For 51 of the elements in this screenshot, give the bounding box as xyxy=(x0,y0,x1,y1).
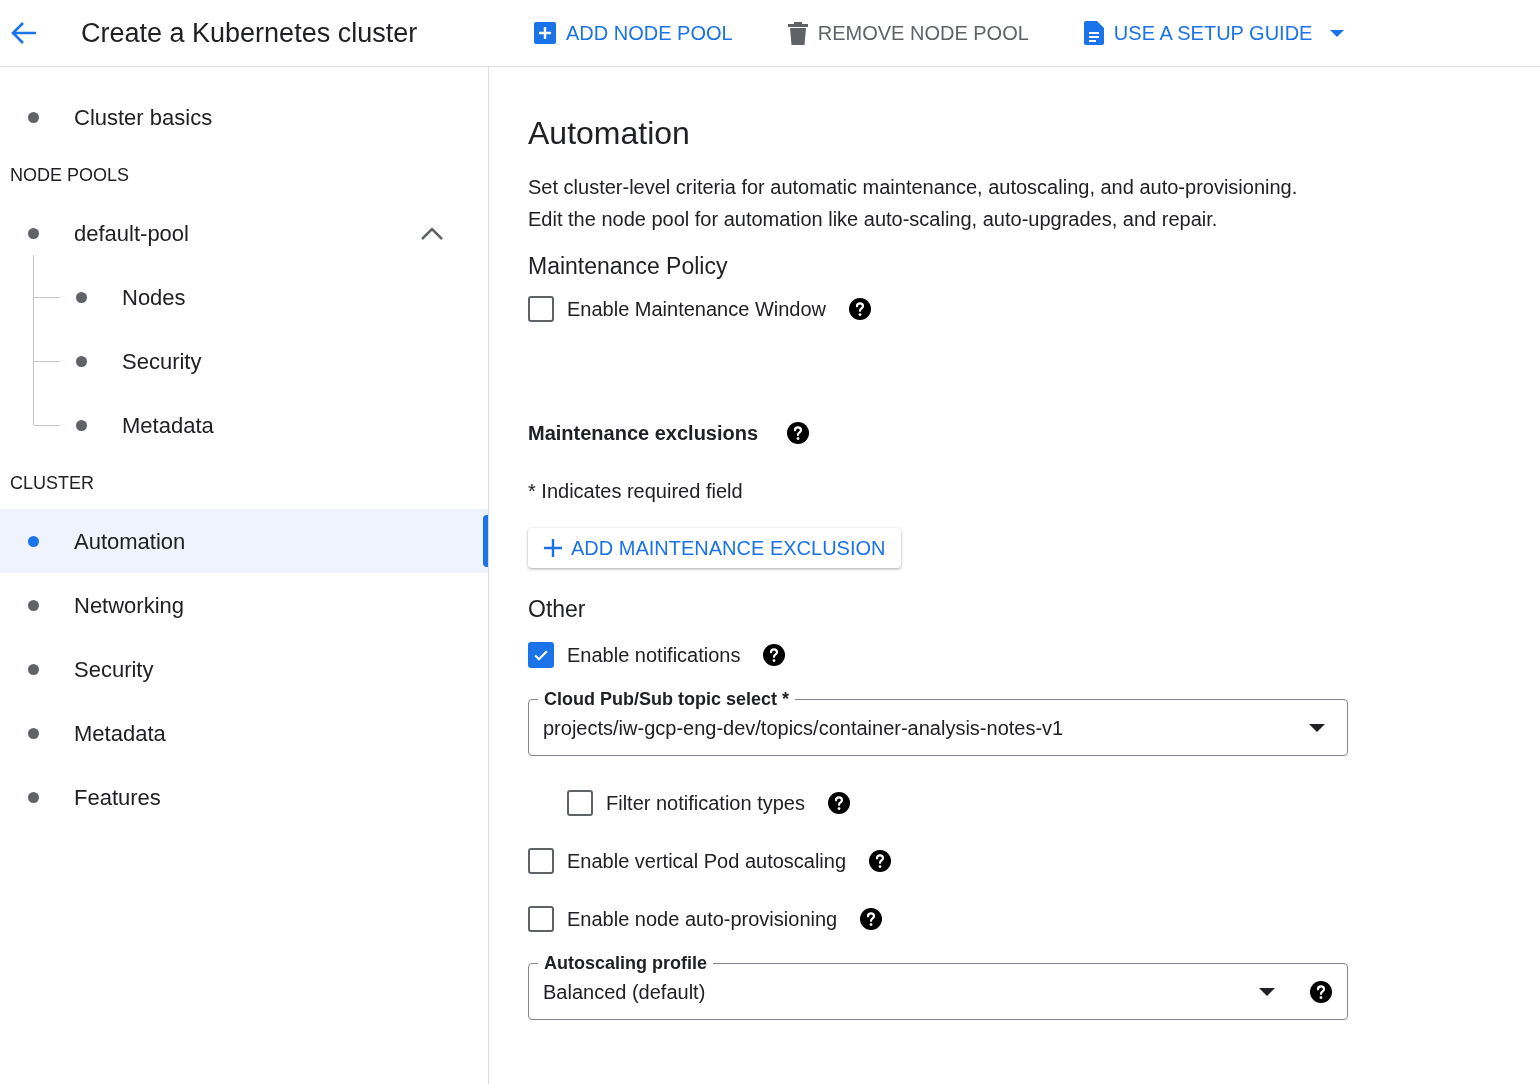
plus-icon xyxy=(543,537,563,558)
help-icon[interactable] xyxy=(762,643,787,667)
subsection-heading: Maintenance exclusions xyxy=(528,420,759,446)
toolbar-button[interactable]: ADD NODE POOL xyxy=(534,18,733,48)
sidebar-item[interactable]: Networking xyxy=(0,573,488,637)
checkbox-label: Enable notifications xyxy=(567,643,741,668)
sidebar-item[interactable]: Automation xyxy=(0,509,488,573)
checkbox[interactable] xyxy=(528,848,554,874)
checkbox[interactable] xyxy=(567,790,593,816)
checkbox[interactable] xyxy=(528,642,554,668)
sidebar-item[interactable]: Security xyxy=(0,329,488,393)
page-title: Create a Kubernetes cluster xyxy=(81,16,419,50)
required-field-note: * Indicates required field xyxy=(528,478,744,504)
dropdown-arrow-icon xyxy=(1309,723,1325,732)
description-text: Edit the node pool for automation like auto-scaling, auto-upgrades, and repair. xyxy=(528,207,1219,232)
sidebar-item[interactable]: Security xyxy=(0,637,488,701)
back-arrow-icon[interactable] xyxy=(10,21,38,45)
toolbar-button[interactable]: USE A SETUP GUIDE xyxy=(1083,18,1345,48)
sidebar-item[interactable]: Nodes xyxy=(0,265,488,329)
section-title: Automation xyxy=(528,114,691,153)
field-value: projects/iw-gcp-eng-dev/topics/container-analysis-notes-v1 xyxy=(543,715,1065,741)
checkbox[interactable] xyxy=(528,906,554,932)
sidebar-item[interactable]: default-pool xyxy=(0,201,488,265)
chevron-up-icon[interactable] xyxy=(420,225,444,241)
add-box-icon xyxy=(534,22,556,44)
dropdown-arrow-icon xyxy=(1259,987,1275,996)
trash-icon xyxy=(787,21,808,45)
help-icon[interactable] xyxy=(786,420,811,445)
description-text: Set cluster-level criteria for automatic maintenance, autoscaling, and auto-provisioning. xyxy=(528,175,1299,200)
checkbox-label: Enable vertical Pod autoscaling xyxy=(567,849,847,874)
help-icon[interactable] xyxy=(868,849,893,873)
sidebar-item[interactable]: Metadata xyxy=(0,393,488,457)
sidebar-item[interactable]: Cluster basics xyxy=(0,85,488,149)
checkbox[interactable] xyxy=(528,295,554,322)
sidebar-item[interactable]: Metadata xyxy=(0,701,488,765)
sidebar-item[interactable]: Features xyxy=(0,765,488,829)
section-heading: CLUSTER xyxy=(9,471,95,495)
help-icon[interactable] xyxy=(1309,979,1333,1004)
dropdown-arrow-icon xyxy=(1330,29,1345,37)
help-icon[interactable] xyxy=(848,296,873,321)
subsection-heading: Other xyxy=(528,594,587,624)
document-icon xyxy=(1083,21,1104,45)
help-icon[interactable] xyxy=(859,907,884,931)
subsection-heading: Maintenance Policy xyxy=(528,252,729,281)
checkbox-label: Filter notification types xyxy=(606,791,805,816)
checkbox-label: Enable Maintenance Window xyxy=(567,296,827,322)
section-heading: NODE POOLS xyxy=(9,163,131,187)
checkbox-label: Enable node auto-provisioning xyxy=(567,907,838,932)
field-value: Balanced (default) xyxy=(543,979,707,1005)
add-exclusion-button[interactable]: ADD MAINTENANCE EXCLUSION xyxy=(528,527,901,568)
help-icon[interactable] xyxy=(827,791,851,815)
